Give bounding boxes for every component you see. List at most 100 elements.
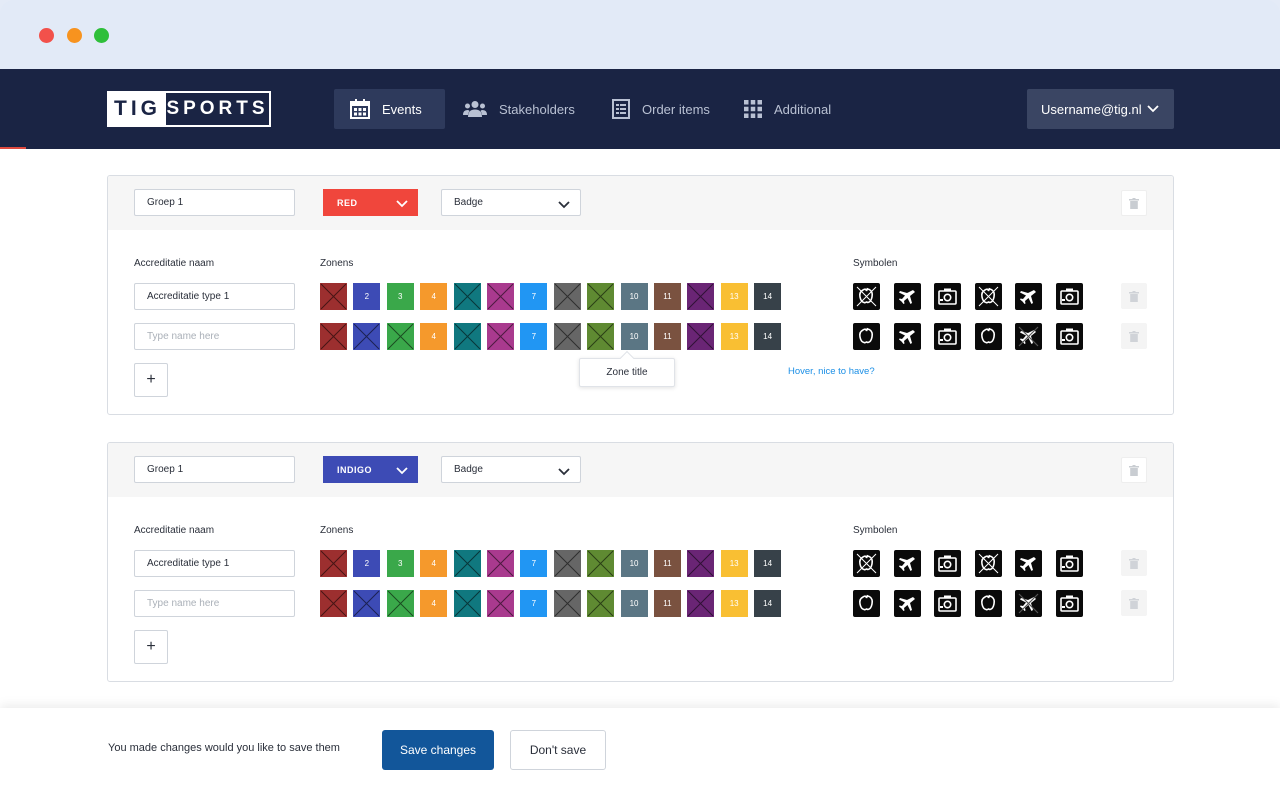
close-window-button[interactable] [39,28,54,43]
zone-13-toggle[interactable]: 13 [720,283,748,310]
minimize-window-button[interactable] [67,28,82,43]
symbol-toggle[interactable] [853,550,880,577]
add-accreditation-button[interactable]: + [134,630,168,664]
symbol-toggle[interactable] [1055,590,1083,617]
zone-2-toggle[interactable] [353,323,381,350]
zone-4-toggle[interactable]: 4 [420,550,448,577]
zone-9-toggle[interactable] [587,590,615,617]
symbol-toggle[interactable] [1055,323,1083,350]
zone-12-toggle[interactable] [687,590,715,617]
zone-1-toggle[interactable] [320,550,347,577]
tig-sports-logo[interactable]: TIG SPORTS [107,91,271,127]
zone-7-toggle[interactable]: 7 [520,323,548,350]
zone-4-toggle[interactable]: 4 [420,283,448,310]
delete-row-button[interactable] [1121,283,1147,309]
accreditation-name-input[interactable]: Type name here [134,323,295,350]
zone-13-toggle[interactable]: 13 [720,590,748,617]
badge-type-select[interactable]: Badge [441,189,581,216]
delete-group-button[interactable] [1121,457,1147,483]
zone-12-toggle[interactable] [687,550,715,577]
zone-5-toggle[interactable] [453,550,481,577]
symbol-toggle[interactable] [1015,590,1042,617]
zone-3-toggle[interactable] [386,590,414,617]
zone-9-toggle[interactable] [587,323,615,350]
group-name-input[interactable]: Groep 1 [134,189,295,216]
symbol-toggle[interactable] [1015,283,1042,310]
zone-12-toggle[interactable] [687,283,715,310]
zone-10-toggle[interactable]: 10 [620,283,648,310]
symbol-toggle[interactable] [974,550,1002,577]
symbol-toggle[interactable] [893,550,921,577]
zone-2-toggle[interactable] [353,590,381,617]
symbol-toggle[interactable] [934,323,961,350]
symbol-toggle[interactable] [893,323,921,350]
zone-7-toggle[interactable]: 7 [520,590,548,617]
symbol-toggle[interactable] [893,283,921,310]
hover-hint-link[interactable]: Hover, nice to have? [788,366,875,377]
zone-11-toggle[interactable]: 11 [653,323,681,350]
group-color-select[interactable]: RED [323,189,418,216]
zone-3-toggle[interactable] [386,323,414,350]
zone-4-toggle[interactable]: 4 [420,590,448,617]
symbol-toggle[interactable] [974,283,1002,310]
nav-item-order-items[interactable]: Order items [596,89,726,129]
symbol-toggle[interactable] [853,283,880,310]
delete-row-button[interactable] [1121,323,1147,349]
user-menu-button[interactable]: Username@tig.nl [1027,89,1174,129]
nav-item-stakeholders[interactable]: Stakeholders [447,89,591,129]
zone-13-toggle[interactable]: 13 [720,323,748,350]
add-accreditation-button[interactable]: + [134,363,168,397]
zone-6-toggle[interactable] [486,550,514,577]
zone-8-toggle[interactable] [553,283,581,310]
zone-5-toggle[interactable] [453,323,481,350]
zone-6-toggle[interactable] [486,283,514,310]
symbol-toggle[interactable] [1055,550,1083,577]
symbol-toggle[interactable] [934,590,961,617]
zone-12-toggle[interactable] [687,323,715,350]
zone-2-toggle[interactable]: 2 [353,550,381,577]
zone-11-toggle[interactable]: 11 [653,550,681,577]
save-changes-button[interactable]: Save changes [382,730,494,770]
zone-13-toggle[interactable]: 13 [720,550,748,577]
zone-3-toggle[interactable]: 3 [386,550,414,577]
accreditation-name-input[interactable]: Accreditatie type 1 [134,283,295,310]
badge-type-select[interactable]: Badge [441,456,581,483]
nav-item-additional[interactable]: Additional [728,89,847,129]
group-name-input[interactable]: Groep 1 [134,456,295,483]
symbol-toggle[interactable] [853,323,880,350]
symbol-toggle[interactable] [934,283,961,310]
symbol-toggle[interactable] [974,590,1002,617]
group-color-select[interactable]: INDIGO [323,456,418,483]
symbol-toggle[interactable] [1015,550,1042,577]
zone-9-toggle[interactable] [587,550,615,577]
dont-save-button[interactable]: Don't save [510,730,606,770]
accreditation-name-input[interactable]: Type name here [134,590,295,617]
nav-item-events[interactable]: Events [334,89,445,129]
symbol-toggle[interactable] [853,590,880,617]
zone-10-toggle[interactable]: 10 [620,590,648,617]
zone-11-toggle[interactable]: 11 [653,283,681,310]
zone-4-toggle[interactable]: 4 [420,323,448,350]
symbol-toggle[interactable] [1055,283,1083,310]
zone-14-toggle[interactable]: 14 [754,283,782,310]
delete-row-button[interactable] [1121,590,1147,616]
zone-7-toggle[interactable]: 7 [520,550,548,577]
zone-1-toggle[interactable] [320,283,347,310]
zone-8-toggle[interactable] [553,550,581,577]
accreditation-name-input[interactable]: Accreditatie type 1 [134,550,295,577]
zone-1-toggle[interactable] [320,590,347,617]
zone-8-toggle[interactable] [553,590,581,617]
zone-6-toggle[interactable] [486,590,514,617]
zone-5-toggle[interactable] [453,283,481,310]
zone-5-toggle[interactable] [453,590,481,617]
maximize-window-button[interactable] [94,28,109,43]
zone-2-toggle[interactable]: 2 [353,283,381,310]
delete-row-button[interactable] [1121,550,1147,576]
zone-10-toggle[interactable]: 10 [620,323,648,350]
symbol-toggle[interactable] [974,323,1002,350]
zone-8-toggle[interactable] [553,323,581,350]
symbol-toggle[interactable] [893,590,921,617]
zone-1-toggle[interactable] [320,323,347,350]
symbol-toggle[interactable] [934,550,961,577]
zone-10-toggle[interactable]: 10 [620,550,648,577]
